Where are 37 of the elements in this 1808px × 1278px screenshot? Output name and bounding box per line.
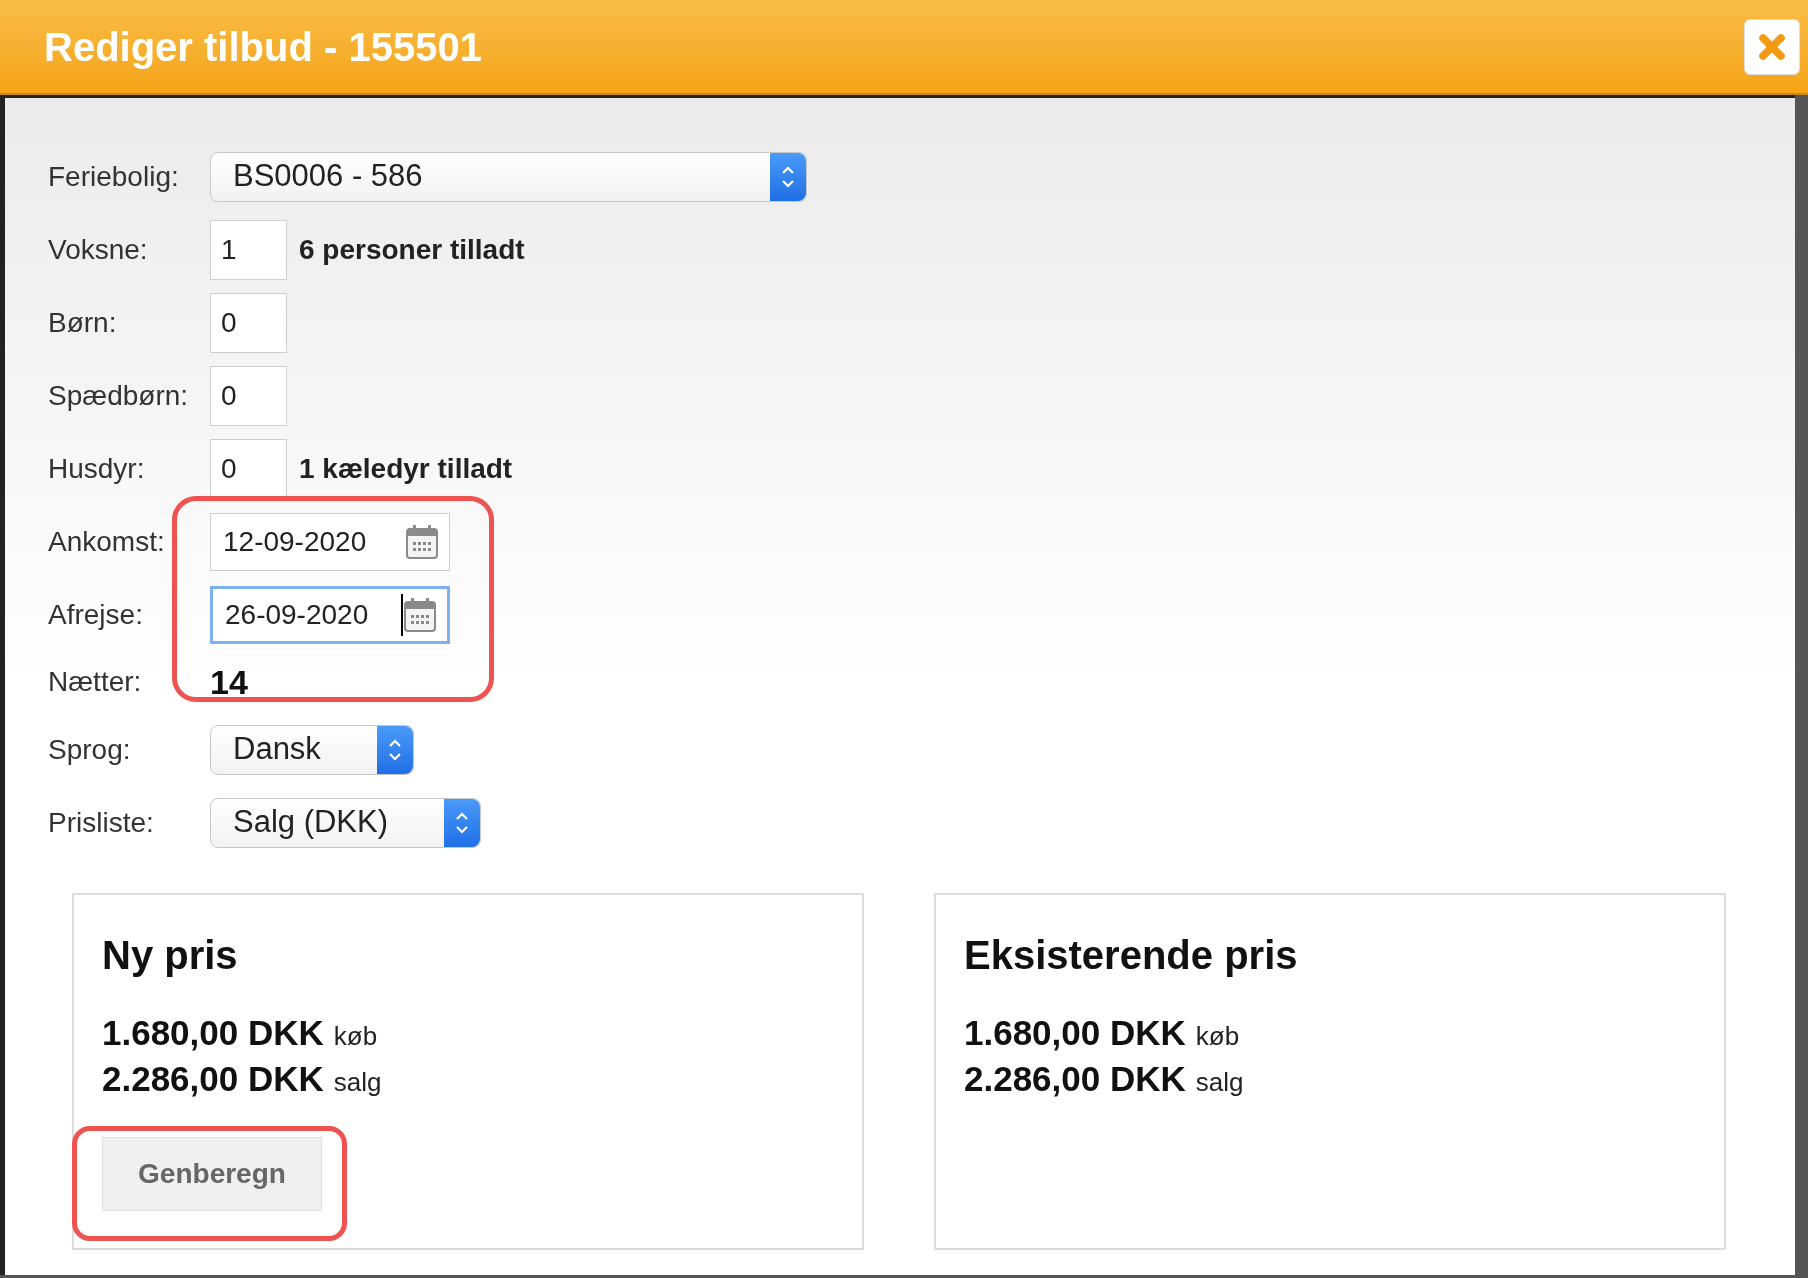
close-button[interactable]: [1744, 18, 1800, 75]
limit-note: 1 kæledyr tilladt: [299, 451, 513, 486]
price-unit: køb: [333, 1020, 378, 1053]
select-dropdown[interactable]: Salg (DKK): [210, 797, 482, 848]
number-field[interactable]: 0: [210, 365, 287, 426]
field-label: Feriebolig:: [48, 159, 180, 194]
number-field[interactable]: 0: [210, 292, 287, 353]
number-field[interactable]: 0: [210, 438, 287, 499]
field-label: Voksne:: [48, 232, 149, 267]
field-label: Husdyr:: [48, 451, 146, 486]
select-dropdown[interactable]: BS0006 - 586: [210, 151, 807, 202]
calendar-icon[interactable]: [403, 596, 437, 633]
price-unit: køb: [1195, 1020, 1240, 1053]
date-field[interactable]: 26-09-2020: [210, 585, 450, 644]
price-amount: 2.286,00 DKK: [964, 1058, 1186, 1100]
field-label: Nætter:: [48, 665, 143, 699]
limit-note: 6 personer tilladt: [299, 232, 525, 267]
recalculate-button[interactable]: Genberegn: [102, 1137, 322, 1211]
dialog-title: Rediger tilbud - 155501: [44, 23, 482, 71]
nights-value: 14: [210, 661, 248, 703]
price-unit: salg: [333, 1066, 382, 1099]
field-label: Ankomst:: [48, 524, 166, 559]
price-unit: salg: [1195, 1066, 1244, 1099]
panel-title: Ny pris: [102, 932, 239, 979]
panel-title: Eksisterende pris: [964, 932, 1299, 979]
price-amount: 1.680,00 DKK: [102, 1012, 324, 1054]
field-label: Prisliste:: [48, 805, 155, 840]
field-label: Sprog:: [48, 732, 132, 767]
price-amount: 2.286,00 DKK: [102, 1058, 324, 1100]
price-amount: 1.680,00 DKK: [964, 1012, 1186, 1054]
date-field[interactable]: 12-09-2020: [210, 512, 450, 571]
number-field[interactable]: 1: [210, 219, 287, 280]
field-label: Spædbørn:: [48, 378, 190, 413]
field-label: Afrejse:: [48, 597, 144, 632]
calendar-icon[interactable]: [405, 523, 439, 560]
select-dropdown[interactable]: Dansk: [210, 724, 414, 775]
field-label: Børn:: [48, 305, 118, 340]
